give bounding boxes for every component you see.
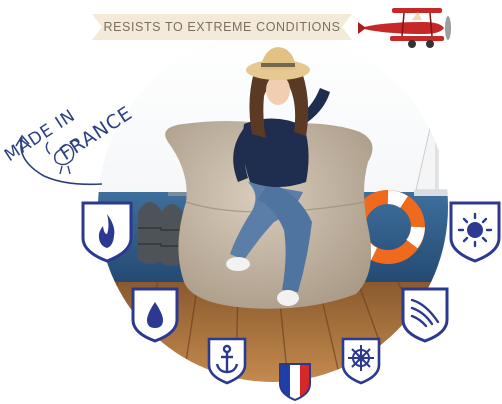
rooster-doodle-icon xyxy=(14,130,104,190)
banner-ribbon: RESISTS TO EXTREME CONDITIONS xyxy=(92,12,352,42)
fire-shield-icon xyxy=(80,200,134,264)
product-illustration: RESISTS TO EXTREME CONDITIONS MADE IN FR… xyxy=(0,0,502,404)
france-flag-shield-icon xyxy=(278,362,312,402)
banner-text: RESISTS TO EXTREME CONDITIONS xyxy=(103,20,341,34)
anchor-shield-icon xyxy=(206,336,248,386)
sun-shield-icon xyxy=(448,200,502,264)
ship-wheel-shield-icon xyxy=(340,336,382,386)
wind-shield-icon xyxy=(400,286,450,344)
water-drop-shield-icon xyxy=(130,286,180,344)
biplane-icon xyxy=(352,0,458,50)
